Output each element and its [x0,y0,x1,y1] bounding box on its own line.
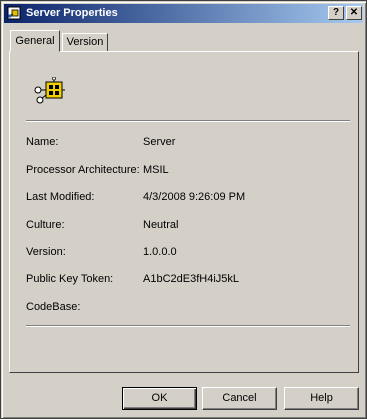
ok-button[interactable]: OK [122,387,197,410]
public-key-token-value: A1bC2dE3fH4iJ5kL [143,273,240,285]
tab-general[interactable]: General [10,30,60,52]
help-title-button[interactable]: ? [328,6,344,20]
assembly-icon [34,77,65,104]
public-key-token-label: Public Key Token: [26,273,114,285]
bottom-separator [26,325,350,327]
general-tab-panel: Name: Server Processor Architecture: MSI… [9,51,359,373]
close-title-button[interactable]: ✕ [346,6,362,20]
last-modified-value: 4/3/2008 9:26:09 PM [143,191,246,203]
cancel-button[interactable]: Cancel [202,387,277,410]
name-value: Server [143,136,176,148]
culture-label: Culture: [26,219,65,231]
culture-value: Neutral [143,219,179,231]
last-modified-label: Last Modified: [26,191,95,203]
assembly-small-icon [7,6,21,20]
version-value: 1.0.0.0 [143,246,177,258]
version-label: Version: [26,246,66,258]
name-label: Name: [26,136,59,148]
processor-architecture-label: Processor Architecture: [26,164,140,176]
tab-version[interactable]: Version [62,33,108,52]
tab-version-label: Version [66,36,104,48]
help-button[interactable]: Help [284,387,359,410]
top-separator [26,120,350,122]
tab-general-label: General [15,35,55,47]
codebase-label: CodeBase: [26,301,81,313]
server-properties-dialog: Server Properties ? ✕ General Version Na… [0,0,367,419]
window-title: Server Properties [26,7,118,19]
processor-architecture-value: MSIL [143,164,169,176]
title-bar[interactable]: Server Properties ? ✕ [4,4,363,23]
